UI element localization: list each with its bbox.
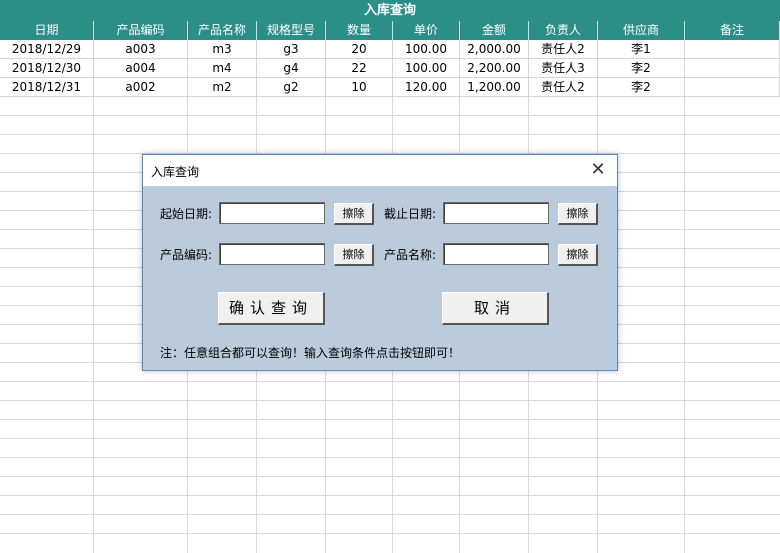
grid-divider — [0, 438, 780, 439]
column-header[interactable]: 备注 — [685, 21, 780, 40]
table-cell[interactable]: a004 — [94, 59, 188, 78]
grid-divider — [0, 400, 780, 401]
grid-divider — [0, 419, 780, 420]
clear-start-date-button[interactable]: 擦除 — [334, 203, 374, 225]
table-cell[interactable]: 李2 — [598, 78, 685, 97]
grid-divider — [0, 381, 780, 382]
close-icon[interactable]: ✕ — [587, 159, 609, 181]
table-cell[interactable] — [685, 78, 780, 97]
dialog-title: 入库查询 — [151, 165, 200, 179]
column-header[interactable]: 日期 — [0, 21, 94, 40]
table-cell[interactable]: 2018/12/30 — [0, 59, 94, 78]
dialog-title-bar: 入库查询 ✕ — [143, 155, 617, 186]
column-header[interactable]: 产品名称 — [188, 21, 257, 40]
column-header[interactable]: 单价 — [393, 21, 460, 40]
table-cell[interactable]: 责任人2 — [529, 78, 598, 97]
grid-divider — [0, 457, 780, 458]
sheet-title: 入库查询 — [0, 0, 780, 21]
cancel-button[interactable]: 取消 — [442, 292, 549, 325]
grid-divider — [0, 514, 780, 515]
table-cell[interactable] — [685, 59, 780, 78]
product-name-label: 产品名称: — [384, 248, 437, 262]
table-cell[interactable]: a003 — [94, 40, 188, 59]
product-code-input[interactable] — [219, 243, 325, 265]
end-date-input[interactable] — [443, 202, 549, 224]
table-cell[interactable]: 20 — [326, 40, 393, 59]
table-cell[interactable]: 2,000.00 — [460, 40, 529, 59]
end-date-label: 截止日期: — [384, 207, 437, 221]
table-cell[interactable]: m2 — [188, 78, 257, 97]
table-cell[interactable]: m3 — [188, 40, 257, 59]
table-cell[interactable]: 22 — [326, 59, 393, 78]
table-cell[interactable]: g2 — [257, 78, 326, 97]
table-cell[interactable]: 1,200.00 — [460, 78, 529, 97]
grid-divider — [0, 134, 780, 135]
start-date-label: 起始日期: — [160, 207, 213, 221]
table-cell[interactable]: 2,200.00 — [460, 59, 529, 78]
confirm-query-button[interactable]: 确认查询 — [218, 292, 325, 325]
table-cell[interactable]: 100.00 — [393, 59, 460, 78]
query-dialog: 入库查询 ✕ 起始日期: 擦除 截止日期: 擦除 产品编码: 擦除 产品名称: … — [142, 154, 618, 371]
column-header[interactable]: 供应商 — [598, 21, 685, 40]
table-cell[interactable]: 100.00 — [393, 40, 460, 59]
table-cell[interactable]: m4 — [188, 59, 257, 78]
grid-divider — [0, 476, 780, 477]
table-cell[interactable] — [685, 40, 780, 59]
grid-divider — [0, 533, 780, 534]
clear-end-date-button[interactable]: 擦除 — [558, 203, 598, 225]
grid-divider — [0, 495, 780, 496]
table-cell[interactable]: 责任人3 — [529, 59, 598, 78]
table-cell[interactable]: 2018/12/29 — [0, 40, 94, 59]
table-cell[interactable]: g3 — [257, 40, 326, 59]
clear-product-code-button[interactable]: 擦除 — [334, 244, 374, 266]
product-name-input[interactable] — [443, 243, 549, 265]
product-code-label: 产品编码: — [160, 248, 213, 262]
table-cell[interactable]: a002 — [94, 78, 188, 97]
table-cell[interactable]: 120.00 — [393, 78, 460, 97]
column-header[interactable]: 产品编码 — [94, 21, 188, 40]
column-header[interactable]: 规格型号 — [257, 21, 326, 40]
column-header[interactable]: 负责人 — [529, 21, 598, 40]
dialog-note: 注：任意组合都可以查询！输入查询条件点击按钮即可！ — [160, 346, 461, 360]
column-header[interactable]: 金额 — [460, 21, 529, 40]
table-cell[interactable]: 李2 — [598, 59, 685, 78]
grid-divider — [0, 115, 780, 116]
column-header[interactable]: 数量 — [326, 21, 393, 40]
table-cell[interactable]: g4 — [257, 59, 326, 78]
table-cell[interactable]: 责任人2 — [529, 40, 598, 59]
table-cell[interactable]: 10 — [326, 78, 393, 97]
start-date-input[interactable] — [219, 202, 325, 224]
table-cell[interactable]: 2018/12/31 — [0, 78, 94, 97]
clear-product-name-button[interactable]: 擦除 — [558, 244, 598, 266]
table-cell[interactable]: 李1 — [598, 40, 685, 59]
